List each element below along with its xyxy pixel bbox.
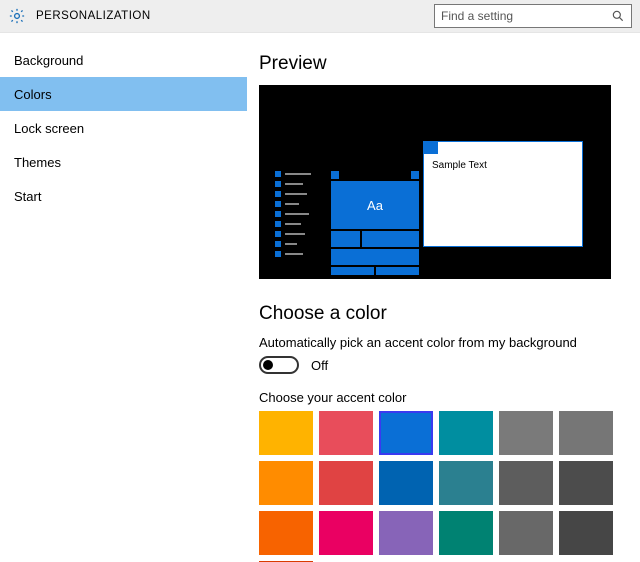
accent-swatch[interactable] [259, 511, 313, 555]
accent-swatch[interactable] [499, 411, 553, 455]
sidebar-item-themes[interactable]: Themes [0, 145, 247, 179]
accent-swatch[interactable] [379, 411, 433, 455]
sidebar-item-label: Background [14, 53, 83, 68]
sidebar-item-label: Colors [14, 87, 52, 102]
preview-big-tile-text: Aa [331, 181, 419, 229]
accent-swatch[interactable] [439, 511, 493, 555]
preview-sample-window: Sample Text [423, 141, 583, 247]
accent-swatch[interactable] [379, 461, 433, 505]
accent-swatch[interactable] [499, 461, 553, 505]
preview-start-tiles: Aa [331, 171, 419, 275]
sidebar-item-background[interactable]: Background [0, 43, 247, 77]
accent-swatch[interactable] [319, 411, 373, 455]
sidebar: Background Colors Lock screen Themes Sta… [0, 33, 247, 562]
auto-pick-label: Automatically pick an accent color from … [259, 335, 630, 350]
main-panel: Preview Aa Samp [247, 33, 640, 562]
sidebar-item-start[interactable]: Start [0, 179, 247, 213]
search-box[interactable] [434, 4, 632, 28]
accent-swatch[interactable] [559, 411, 613, 455]
search-icon [611, 9, 625, 23]
accent-swatch[interactable] [319, 511, 373, 555]
accent-swatch[interactable] [379, 511, 433, 555]
auto-pick-toggle[interactable] [259, 356, 299, 374]
sidebar-item-label: Start [14, 189, 41, 204]
accent-swatch[interactable] [439, 461, 493, 505]
accent-swatch[interactable] [319, 461, 373, 505]
sidebar-item-lock-screen[interactable]: Lock screen [0, 111, 247, 145]
toggle-state-label: Off [311, 358, 328, 373]
accent-swatch[interactable] [559, 511, 613, 555]
accent-swatch[interactable] [439, 411, 493, 455]
accent-swatch[interactable] [259, 411, 313, 455]
choose-accent-label: Choose your accent color [259, 390, 630, 405]
gear-icon [8, 7, 26, 25]
choose-color-title: Choose a color [259, 303, 630, 325]
accent-swatch[interactable] [259, 461, 313, 505]
accent-palette [259, 411, 629, 562]
header: PERSONALIZATION [0, 0, 640, 33]
preview-title: Preview [259, 53, 630, 75]
sidebar-item-label: Lock screen [14, 121, 84, 136]
search-input[interactable] [441, 9, 611, 23]
preview-sample-text: Sample Text [424, 154, 582, 177]
preview-area: Aa Sample Text [259, 85, 611, 279]
header-title: PERSONALIZATION [36, 10, 151, 22]
preview-detail-strip [275, 171, 311, 257]
sidebar-item-colors[interactable]: Colors [0, 77, 247, 111]
accent-swatch[interactable] [499, 511, 553, 555]
sidebar-item-label: Themes [14, 155, 61, 170]
accent-swatch[interactable] [559, 461, 613, 505]
